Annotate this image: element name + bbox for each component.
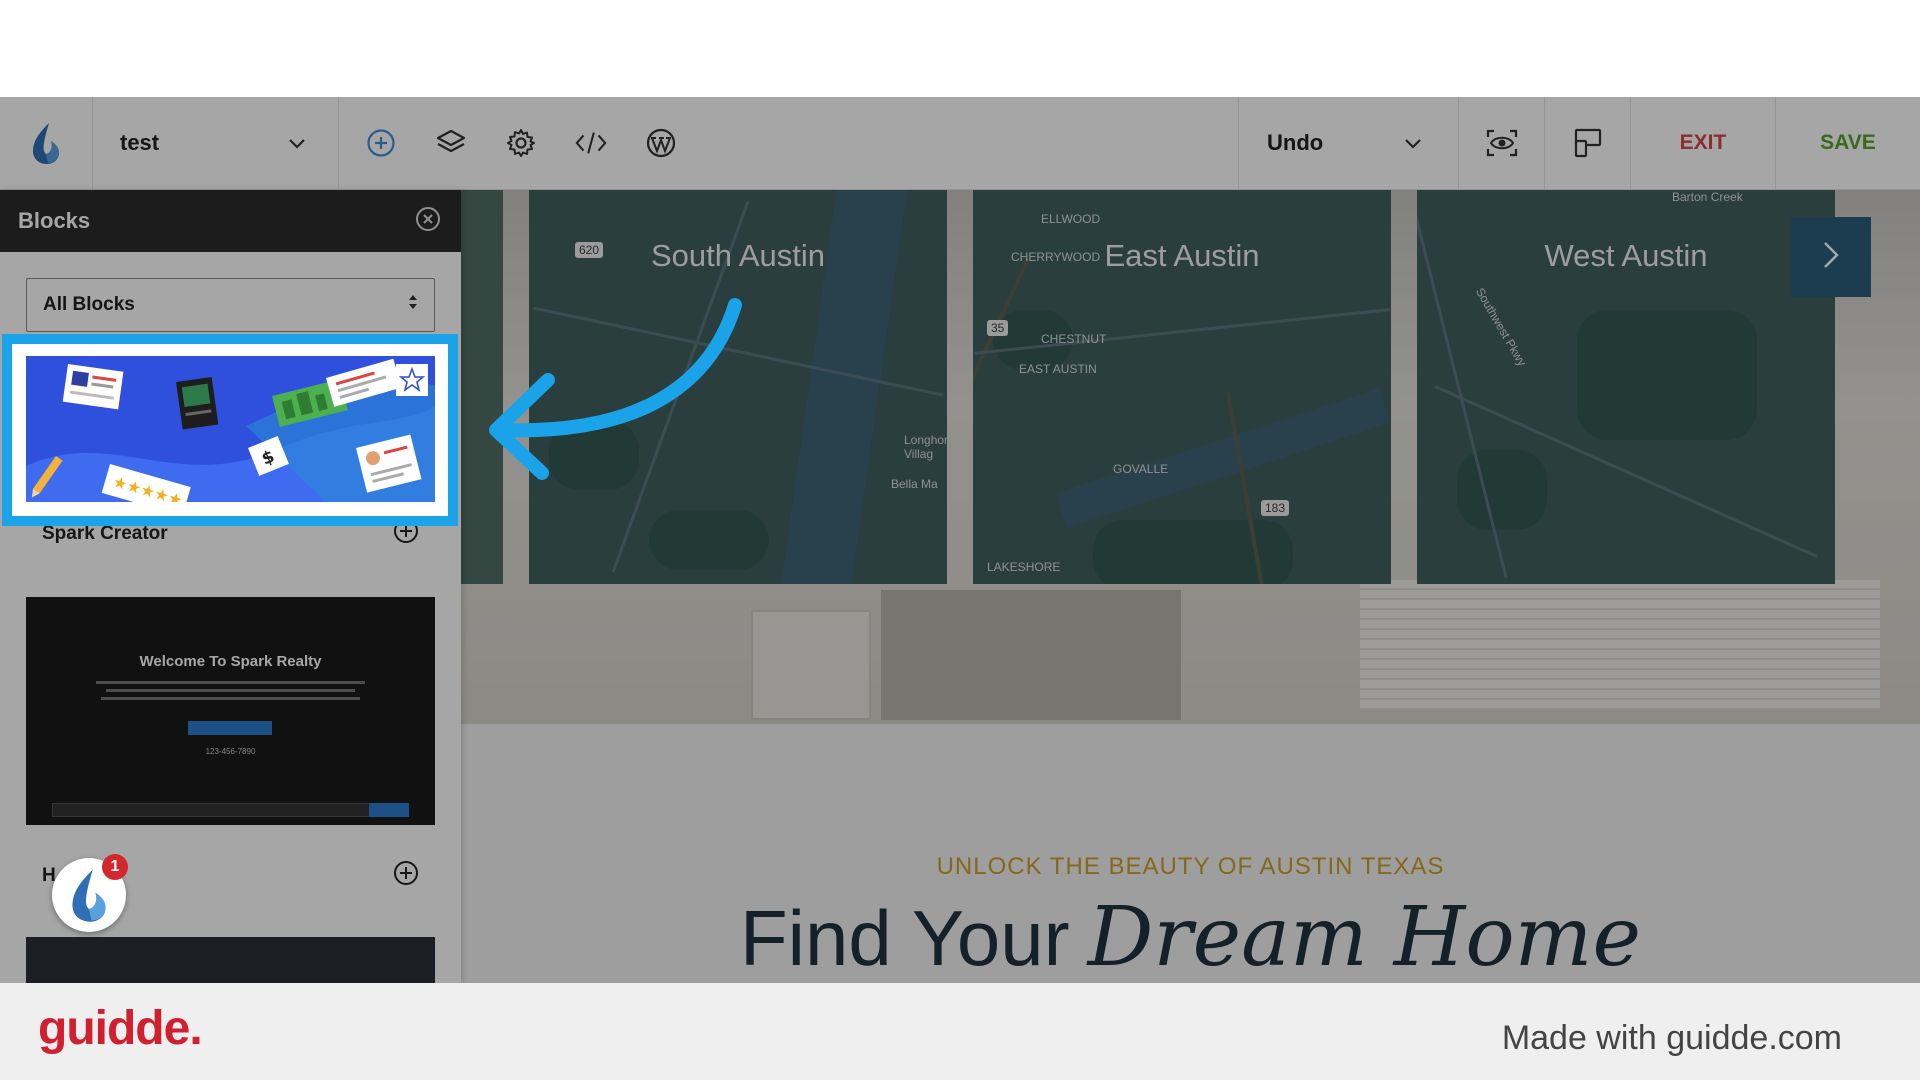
notification-badge: 1	[102, 854, 128, 880]
highlighted-block-thumbnail[interactable]: ★★★★★ $	[26, 356, 435, 502]
chevron-down-icon	[1404, 130, 1422, 156]
block-name: Spark Creator	[42, 523, 168, 544]
blocks-panel-header: Blocks	[0, 190, 461, 252]
sort-arrows-icon	[408, 294, 418, 316]
project-name: test	[120, 130, 160, 155]
street-label: 35	[987, 320, 1009, 336]
block-card-partial[interactable]	[26, 937, 435, 983]
street-label: Longhorn Villag	[904, 433, 947, 461]
thumbnail-phone: 123-456-7890	[205, 747, 256, 756]
made-with-text: Made with guidde.com	[1501, 1019, 1842, 1057]
responsive-devices-icon[interactable]	[1544, 96, 1630, 190]
street-label: 183	[1261, 500, 1290, 516]
map-card-label: West Austin	[1544, 238, 1708, 273]
toolbar-tools	[339, 127, 1238, 159]
preview-eye-icon[interactable]	[1458, 96, 1544, 190]
street-label: Bella Ma	[891, 477, 938, 491]
map-card-west-austin[interactable]: Barton Creek Southwest Pkwy West Austin	[1417, 190, 1835, 584]
guidde-logo: guidde.	[38, 1002, 203, 1055]
gear-icon[interactable]	[505, 127, 537, 159]
exit-button[interactable]: EXIT	[1630, 96, 1775, 190]
street-label: LAKESHORE	[987, 560, 1061, 574]
block-thumbnail: Welcome To Spark Realty 123-456-7890	[26, 597, 435, 825]
headline-script: Dream Home	[1087, 890, 1641, 983]
add-block-icon[interactable]	[393, 860, 419, 892]
screen: test Undo EXIT SAVE 620 Longhor Villag B…	[0, 0, 1920, 1080]
flame-logo-icon[interactable]	[0, 96, 93, 190]
section-headline: Find Your Dream Home	[461, 890, 1920, 983]
thumbnail-title: Welcome To Spark Realty	[139, 653, 322, 670]
close-icon[interactable]	[415, 206, 441, 237]
chevron-down-icon	[288, 130, 306, 156]
map-card-east-austin[interactable]: ELLWOOD CHERRYWOOD CHESTNUT EAST AUSTIN …	[973, 190, 1391, 584]
builder-toolbar: test Undo EXIT SAVE	[0, 96, 1920, 190]
undo-dropdown[interactable]: Undo	[1238, 96, 1458, 190]
headline-plain: Find Your	[740, 894, 1070, 982]
blocks-panel-title: Blocks	[18, 208, 91, 233]
street-label: ELLWOOD	[1041, 212, 1101, 226]
street-label: GOVALLE	[1113, 462, 1169, 476]
code-icon[interactable]	[575, 127, 607, 159]
undo-label: Undo	[1267, 130, 1324, 155]
section-tagline: UNLOCK THE BEAUTY OF AUSTIN TEXAS	[936, 853, 1445, 880]
add-circle-icon[interactable]	[365, 127, 397, 159]
street-label: CHESTNUT	[1041, 332, 1107, 346]
project-selector[interactable]: test	[93, 96, 339, 190]
layers-icon[interactable]	[435, 127, 467, 159]
save-button[interactable]: SAVE	[1775, 96, 1920, 190]
map-card-label: South Austin	[650, 238, 826, 273]
add-block-icon[interactable]	[393, 518, 419, 550]
block-category-value: All Blocks	[43, 294, 135, 315]
street-label: EAST AUSTIN	[1019, 362, 1097, 376]
carousel-next-button[interactable]	[1791, 217, 1871, 297]
block-thumbnail	[26, 937, 435, 983]
tutorial-arrow-icon	[489, 298, 742, 480]
guidde-footer: guidde. Made with guidde.com	[0, 983, 1920, 1080]
chevron-right-icon	[1822, 240, 1840, 275]
block-category-select[interactable]: All Blocks	[26, 278, 435, 332]
wordpress-icon[interactable]	[645, 127, 677, 159]
street-label: Barton Creek	[1672, 190, 1743, 204]
map-card-label: East Austin	[1104, 238, 1260, 273]
